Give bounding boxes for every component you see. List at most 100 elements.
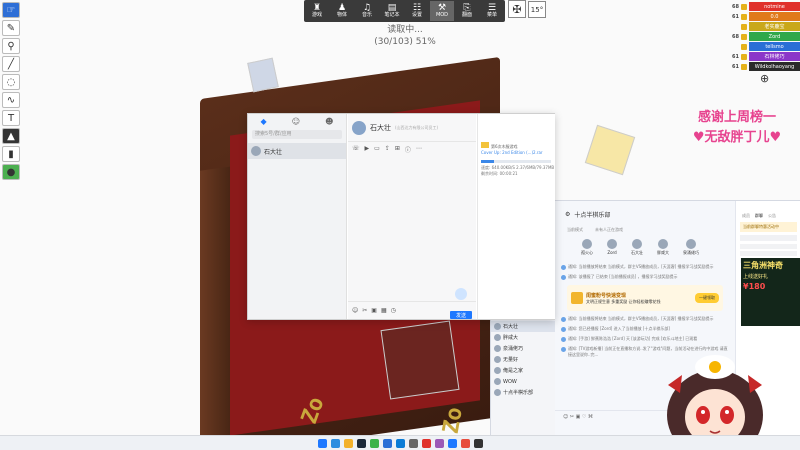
member-item[interactable]: 胖咸大 xyxy=(657,239,669,256)
app-icon[interactable] xyxy=(447,438,457,448)
player-row[interactable]: tellsmo xyxy=(732,42,800,51)
folder-icon[interactable]: ▣ xyxy=(371,307,377,314)
group-list-item[interactable]: 十点半棋乐部 xyxy=(491,387,555,398)
player-row[interactable]: 68 Zord xyxy=(732,32,800,41)
image-icon[interactable]: ▦ xyxy=(381,307,387,314)
line-tool-icon[interactable]: ╱ xyxy=(2,56,20,72)
player-row[interactable]: 61 0.0 xyxy=(732,12,800,21)
games-button[interactable]: ♜ 游戏 xyxy=(305,1,329,21)
edge-icon[interactable] xyxy=(330,438,340,448)
lasso-tool-icon[interactable]: ◌ xyxy=(2,74,20,90)
notice-icon xyxy=(561,275,566,280)
settings-button[interactable]: ☷ 设置 xyxy=(405,1,429,21)
member-item[interactable]: 石大壮 xyxy=(631,239,643,256)
player-row[interactable]: 68 notmine xyxy=(732,2,800,11)
floating-card[interactable] xyxy=(584,124,636,176)
side-tab[interactable]: 公告 xyxy=(768,213,776,219)
history-icon[interactable]: ◷ xyxy=(391,307,396,314)
rope-tool-icon[interactable]: ∿ xyxy=(2,92,20,108)
marker-tool-icon[interactable]: ▮ xyxy=(2,146,20,162)
messages-tab-icon[interactable]: ◆ xyxy=(261,117,267,126)
group-list-item[interactable]: 无量好 xyxy=(491,354,555,365)
member-item[interactable]: 泉涌佬巧 xyxy=(683,239,699,256)
folder-icon xyxy=(481,142,489,148)
member-item[interactable]: 孤火心 xyxy=(581,239,593,256)
app2-icon[interactable] xyxy=(460,438,470,448)
share-icon[interactable]: ⇪ xyxy=(385,145,390,154)
flip-button[interactable]: ⎘ 翻面 xyxy=(455,1,479,21)
gift-card[interactable]: 闺蜜粉号快速变现 文明正规生意 多重奖励 让你轻松赚零花钱 一键领取 xyxy=(567,285,723,311)
info-icon[interactable]: ⓘ xyxy=(405,145,411,154)
text-tool-icon[interactable]: T xyxy=(2,110,20,126)
side-promo[interactable]: 当前群聊特惠活动中 xyxy=(740,222,797,232)
scissors-icon[interactable]: ✂ xyxy=(362,307,367,314)
rotate-button[interactable]: ✠ xyxy=(508,0,526,18)
pen-tool-icon[interactable]: ✎ xyxy=(2,20,20,36)
player-row[interactable]: 61 石林佬巧 xyxy=(732,52,800,61)
rotation-value[interactable]: 15° xyxy=(528,1,546,18)
screen-icon[interactable]: ▭ xyxy=(374,145,380,154)
side-row xyxy=(740,251,797,256)
side-tab[interactable]: 成员 xyxy=(742,213,750,219)
avatar xyxy=(494,323,501,330)
windows-icon[interactable] xyxy=(317,438,327,448)
player-row[interactable]: 61 Wildkolhaoyang xyxy=(732,62,800,71)
search-input[interactable]: 搜索5号/群/应用 xyxy=(252,130,342,139)
player-name: tellsmo xyxy=(749,42,800,51)
side-row xyxy=(740,244,797,249)
settings-icon[interactable] xyxy=(408,438,418,448)
menu-button[interactable]: ☰ 菜单 xyxy=(480,1,504,21)
pin-tool-icon[interactable]: ⚲ xyxy=(2,38,20,54)
chat-title: 石大壮 xyxy=(370,123,391,132)
store-icon[interactable] xyxy=(382,438,392,448)
stamp-tool-icon[interactable]: ▲ xyxy=(2,128,20,144)
group-mode-tab[interactable]: 未有人正在游戏 xyxy=(595,227,623,233)
explorer-icon[interactable] xyxy=(343,438,353,448)
card-tile-stack[interactable] xyxy=(380,320,460,400)
gift-claim-button[interactable]: 一键领取 xyxy=(695,293,719,303)
group-list-item[interactable]: 胖咸大 xyxy=(491,332,555,343)
steam-icon[interactable] xyxy=(356,438,366,448)
member-item[interactable]: Zord xyxy=(607,239,617,256)
side-search[interactable] xyxy=(740,235,797,241)
group-mode-tab[interactable]: 当前模式 xyxy=(567,227,583,233)
groups-tab-icon[interactable]: ☻ xyxy=(325,117,333,126)
game-ad[interactable]: 三角洲神奇 上线送好礼 ¥180 xyxy=(741,258,800,326)
music-button[interactable]: ♫ 音乐 xyxy=(355,1,379,21)
group-list-item[interactable]: 俺是之家 xyxy=(491,365,555,376)
player-list: 68 notmine 61 0.0 老实鹿宝 68 Zord tellsmo 61 石林佬巧 61 W… xyxy=(732,2,800,72)
game-icon[interactable] xyxy=(421,438,431,448)
video-icon[interactable]: ▶ xyxy=(365,145,370,154)
group-list-item[interactable]: 泉涌佬巧 xyxy=(491,343,555,354)
add-player-icon[interactable]: ⊕ xyxy=(760,72,769,85)
group-list-item[interactable]: WOW xyxy=(491,376,555,387)
apps-icon[interactable]: ⊞ xyxy=(395,145,400,154)
media-icon[interactable] xyxy=(434,438,444,448)
ad-subtitle: 上线送好礼 xyxy=(743,274,769,280)
send-button[interactable]: 发送 xyxy=(450,311,472,319)
voice-icon[interactable] xyxy=(455,288,467,300)
conversation-item[interactable]: 石大壮 xyxy=(248,143,346,159)
thanks-line-1: 感谢上周榜一 xyxy=(697,110,776,125)
chat-icon[interactable] xyxy=(369,438,379,448)
app3-icon[interactable] xyxy=(473,438,483,448)
emoji-icon[interactable]: ☺ ✂ ▣ ♡ ⌘ xyxy=(563,414,593,420)
emoji-icon[interactable]: ☺ xyxy=(352,307,358,314)
floating-card[interactable] xyxy=(247,57,279,93)
more-icon[interactable]: ⋯ xyxy=(416,145,422,154)
mail-icon[interactable] xyxy=(395,438,405,448)
file-transfer-item[interactable]: 第6次木服游戏 Cover Up: 2nd Edition (...)2.rar xyxy=(481,142,551,156)
contacts-tab-icon[interactable]: ☺ xyxy=(292,117,300,126)
group-list-item[interactable]: 石大壮 xyxy=(491,321,555,332)
settings-tool-icon[interactable]: ● xyxy=(2,164,20,180)
player-row[interactable]: 老实鹿宝 xyxy=(732,22,800,31)
file-stats: 速度: 640.00KB/S 2.37/6MB/79.37MB 剩余时间: 00… xyxy=(481,165,555,177)
player-score: 68 xyxy=(732,33,739,40)
objects-button[interactable]: ♟ 物体 xyxy=(330,1,354,21)
mod-button[interactable]: ⚒ MOD xyxy=(430,1,454,21)
notebook-button[interactable]: ▤ 笔记本 xyxy=(380,1,404,21)
phone-icon[interactable]: ☏ xyxy=(352,145,360,154)
pointer-tool-icon[interactable]: ☞ xyxy=(2,2,20,18)
side-tab[interactable]: 群聊 xyxy=(755,213,763,219)
group-list-name: 十点半棋乐部 xyxy=(503,390,534,396)
